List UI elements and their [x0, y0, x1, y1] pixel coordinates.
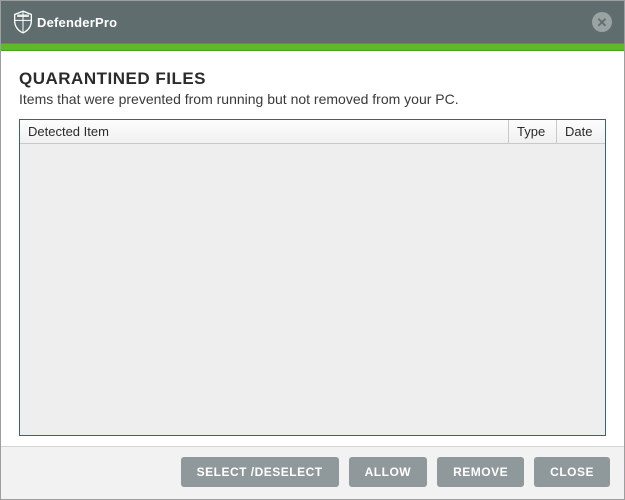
column-header-detected-item[interactable]: Detected Item	[20, 120, 509, 143]
app-name: DefenderPro	[37, 15, 117, 30]
column-header-type[interactable]: Type	[509, 120, 557, 143]
page-title: QUARANTINED FILES	[19, 69, 606, 89]
titlebar: DefenderPro ✕	[1, 1, 624, 43]
app-window: DefenderPro ✕ QUARANTINED FILES Items th…	[0, 0, 625, 500]
shield-icon	[13, 10, 33, 34]
column-header-date[interactable]: Date	[557, 120, 605, 143]
page-subtitle: Items that were prevented from running b…	[19, 91, 606, 107]
quarantine-table: Detected Item Type Date	[19, 119, 606, 436]
accent-bar	[1, 43, 624, 51]
close-button[interactable]: CLOSE	[534, 457, 610, 487]
select-deselect-button[interactable]: SELECT /DESELECT	[181, 457, 339, 487]
content-area: QUARANTINED FILES Items that were preven…	[1, 51, 624, 446]
allow-button[interactable]: ALLOW	[349, 457, 428, 487]
remove-button[interactable]: REMOVE	[437, 457, 524, 487]
table-header-row: Detected Item Type Date	[20, 120, 605, 144]
close-icon: ✕	[597, 16, 608, 29]
footer-toolbar: SELECT /DESELECT ALLOW REMOVE CLOSE	[1, 446, 624, 499]
window-close-button[interactable]: ✕	[592, 12, 612, 32]
table-body[interactable]	[20, 144, 605, 435]
app-logo: DefenderPro	[13, 10, 117, 34]
